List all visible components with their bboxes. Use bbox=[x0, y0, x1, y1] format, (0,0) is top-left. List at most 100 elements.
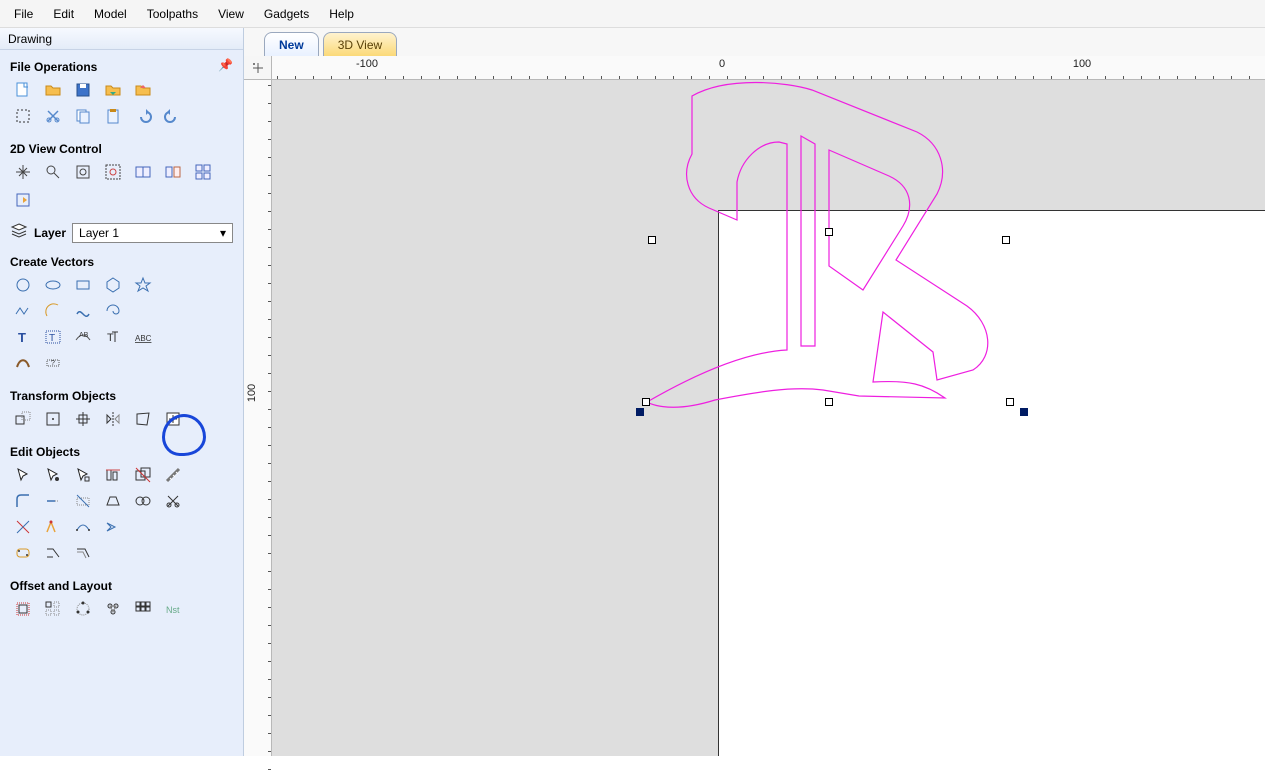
smooth-icon[interactable] bbox=[100, 515, 126, 539]
align-icon[interactable] bbox=[40, 407, 66, 431]
pan-icon[interactable] bbox=[10, 160, 36, 184]
star-icon[interactable] bbox=[130, 273, 156, 297]
join-icon[interactable] bbox=[70, 515, 96, 539]
auto-text-icon[interactable]: ABC bbox=[130, 325, 156, 349]
selection-anchor[interactable] bbox=[1020, 408, 1028, 416]
polygon-icon[interactable] bbox=[100, 273, 126, 297]
bounds-icon[interactable] bbox=[10, 104, 36, 128]
text-block-icon[interactable]: T bbox=[40, 325, 66, 349]
rectangle-icon[interactable] bbox=[70, 273, 96, 297]
selection-handle[interactable] bbox=[825, 228, 833, 236]
boolean-icon[interactable] bbox=[130, 463, 156, 487]
weld-icon[interactable] bbox=[130, 489, 156, 513]
selection-anchor[interactable] bbox=[636, 408, 644, 416]
trim-icon[interactable] bbox=[70, 489, 96, 513]
2d-viewport[interactable] bbox=[272, 80, 1265, 756]
distort-icon[interactable] bbox=[130, 407, 156, 431]
layer-label: Layer bbox=[34, 226, 66, 240]
canvas-area[interactable]: New 3D View -100 0 100 100 bbox=[244, 28, 1265, 756]
layer-select[interactable]: Layer 1 ▾ bbox=[72, 223, 233, 243]
ellipse-icon[interactable] bbox=[40, 273, 66, 297]
text-on-curve-icon[interactable]: AB bbox=[70, 325, 96, 349]
node-edit-icon[interactable] bbox=[70, 463, 96, 487]
nesting-icon[interactable] bbox=[100, 597, 126, 621]
arc-icon[interactable] bbox=[40, 299, 66, 323]
offset-icon[interactable] bbox=[10, 597, 36, 621]
menu-edit[interactable]: Edit bbox=[45, 4, 82, 24]
selection-handle[interactable] bbox=[825, 398, 833, 406]
tab-new[interactable]: New bbox=[264, 32, 319, 56]
paste-icon[interactable] bbox=[100, 104, 126, 128]
2d-view-control-heading: 2D View Control bbox=[10, 142, 233, 156]
layer-selected-value: Layer 1 bbox=[79, 226, 119, 240]
split-view-icon[interactable] bbox=[160, 160, 186, 184]
selection-handle[interactable] bbox=[648, 236, 656, 244]
copy-icon[interactable] bbox=[70, 104, 96, 128]
save-icon[interactable] bbox=[70, 78, 96, 102]
ruler-origin-icon[interactable] bbox=[244, 56, 272, 80]
dimension-icon[interactable]: ? bbox=[40, 351, 66, 375]
polyline-icon[interactable] bbox=[10, 299, 36, 323]
vector-letter-r[interactable] bbox=[637, 80, 1017, 410]
panel-title: Drawing bbox=[0, 28, 243, 50]
zoom-window-icon[interactable] bbox=[70, 160, 96, 184]
menu-view[interactable]: View bbox=[210, 4, 252, 24]
move-to-origin-icon[interactable] bbox=[160, 407, 186, 431]
tile-icon[interactable] bbox=[190, 160, 216, 184]
export-icon[interactable] bbox=[130, 78, 156, 102]
text-icon[interactable]: T bbox=[10, 325, 36, 349]
tab-3d-view[interactable]: 3D View bbox=[323, 32, 397, 56]
cut-icon[interactable] bbox=[40, 104, 66, 128]
zoom-extents-icon[interactable] bbox=[100, 160, 126, 184]
menu-help[interactable]: Help bbox=[321, 4, 362, 24]
circle-icon[interactable] bbox=[10, 273, 36, 297]
menu-toolpaths[interactable]: Toolpaths bbox=[139, 4, 206, 24]
merge-icon[interactable] bbox=[40, 541, 66, 565]
new-file-icon[interactable] bbox=[10, 78, 36, 102]
select-icon[interactable] bbox=[10, 463, 36, 487]
measure-icon[interactable] bbox=[160, 463, 186, 487]
svg-text:T: T bbox=[107, 332, 114, 344]
corner-icon[interactable] bbox=[10, 515, 36, 539]
spiral-icon[interactable] bbox=[100, 299, 126, 323]
plate-icon[interactable] bbox=[130, 597, 156, 621]
toggle-grid-icon[interactable] bbox=[130, 160, 156, 184]
selection-handle[interactable] bbox=[1002, 236, 1010, 244]
validate-icon[interactable] bbox=[40, 515, 66, 539]
selection-handle[interactable] bbox=[1006, 398, 1014, 406]
svg-text:T: T bbox=[18, 330, 26, 345]
svg-text:?: ? bbox=[51, 360, 55, 367]
group-align-icon[interactable] bbox=[100, 463, 126, 487]
create-vectors-heading: Create Vectors bbox=[10, 255, 233, 269]
pin-icon[interactable]: 📌 bbox=[218, 58, 233, 72]
menu-gadgets[interactable]: Gadgets bbox=[256, 4, 317, 24]
nest-shapes-icon[interactable]: Nst bbox=[160, 597, 186, 621]
text-path-icon[interactable]: T bbox=[100, 325, 126, 349]
circular-array-icon[interactable] bbox=[70, 597, 96, 621]
redo-icon[interactable] bbox=[160, 104, 186, 128]
node-select-icon[interactable] bbox=[40, 463, 66, 487]
fillet-icon[interactable] bbox=[10, 489, 36, 513]
offset-vector-icon[interactable] bbox=[70, 541, 96, 565]
array-icon[interactable] bbox=[40, 597, 66, 621]
import-icon[interactable] bbox=[100, 78, 126, 102]
menu-file[interactable]: File bbox=[6, 4, 41, 24]
transform-objects-heading: Transform Objects bbox=[10, 389, 233, 403]
selection-handle[interactable] bbox=[642, 398, 650, 406]
extend-icon[interactable] bbox=[40, 489, 66, 513]
undo-icon[interactable] bbox=[130, 104, 156, 128]
layers-icon[interactable] bbox=[10, 222, 28, 243]
svg-text:ABC: ABC bbox=[135, 334, 152, 343]
move-icon[interactable] bbox=[10, 407, 36, 431]
open-close-icon[interactable] bbox=[100, 489, 126, 513]
center-icon[interactable] bbox=[70, 407, 96, 431]
menu-model[interactable]: Model bbox=[86, 4, 135, 24]
fit-curves-icon[interactable] bbox=[10, 541, 36, 565]
curve-icon[interactable] bbox=[70, 299, 96, 323]
trace-icon[interactable] bbox=[10, 351, 36, 375]
export-view-icon[interactable] bbox=[10, 188, 36, 212]
zoom-icon[interactable] bbox=[40, 160, 66, 184]
open-folder-icon[interactable] bbox=[40, 78, 66, 102]
scissors-icon[interactable] bbox=[160, 489, 186, 513]
mirror-icon[interactable] bbox=[100, 407, 126, 431]
